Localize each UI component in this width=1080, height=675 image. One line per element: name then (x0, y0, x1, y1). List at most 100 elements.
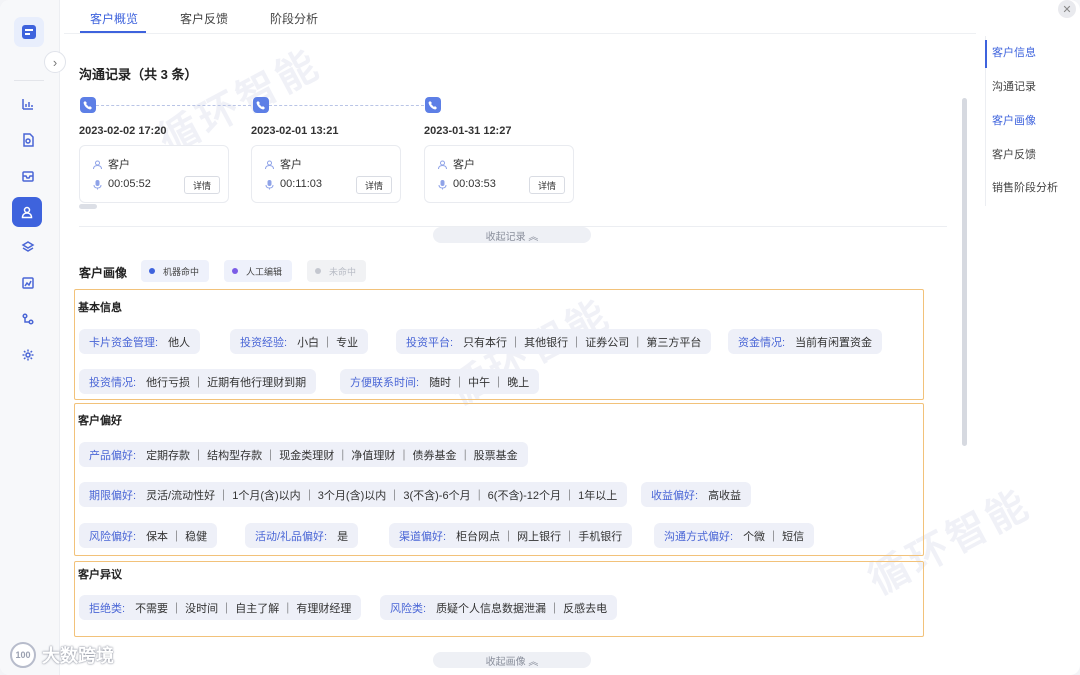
preference-title: 客户偏好 (78, 415, 122, 427)
record-datetime: 2023-02-02 17:20 (79, 125, 167, 137)
document-search-icon[interactable] (18, 130, 38, 150)
sidebar: › (0, 0, 66, 675)
tab-bar: 客户概览 客户反馈 阶段分析 (64, 0, 976, 34)
tag-key: 投资平台: (406, 336, 454, 349)
record-duration: 00:11:03 (280, 178, 323, 190)
tag-value: 柜台网点 ｜ 网上银行 ｜ 手机银行 (456, 530, 623, 543)
detail-button[interactable]: 详情 (529, 176, 565, 194)
user-role-icon (265, 160, 274, 169)
tag-fund-status[interactable]: 资金情况: 当前有闲置资金 (728, 329, 883, 354)
tag-key: 投资经验: (240, 336, 288, 349)
detail-button[interactable]: 详情 (184, 176, 220, 194)
call-record-card: 客户 00:05:52 详情 (79, 145, 229, 203)
call-record-card: 客户 00:11:03 详情 (251, 145, 401, 203)
user-role-icon (93, 160, 102, 169)
phone-icon (80, 97, 96, 113)
user-icon[interactable] (12, 197, 42, 227)
report-chart-icon[interactable] (18, 273, 38, 293)
settings-icon[interactable] (18, 345, 38, 365)
horizontal-scrollbar[interactable] (79, 204, 97, 209)
brand-logo-icon: 100 (10, 642, 36, 668)
tag-investment-experience[interactable]: 投资经验: 小白 ｜ 专业 (230, 329, 369, 354)
legend-label: 机器命中 (163, 266, 200, 277)
timeline-connector (96, 105, 251, 106)
tag-value: 保本 ｜ 稳健 (146, 530, 208, 543)
user-role-icon (438, 160, 447, 169)
tag-key: 收益偏好: (651, 489, 699, 502)
legend-not-hit: 未命中 (307, 260, 367, 282)
anchor-stage-analysis[interactable]: 销售阶段分析 (992, 179, 1058, 195)
tag-contact-method-preference[interactable]: 沟通方式偏好: 个微 ｜ 短信 (654, 523, 815, 548)
tag-product-preference[interactable]: 产品偏好: 定期存款 ｜ 结构型存款 ｜ 现金类理财 ｜ 净值理财 ｜ 债券基金 … (79, 442, 528, 467)
record-datetime: 2023-02-01 13:21 (251, 125, 339, 137)
microphone-icon (93, 179, 102, 189)
tag-channel-preference[interactable]: 渠道偏好: 柜台网点 ｜ 网上银行 ｜ 手机银行 (389, 523, 633, 548)
detail-button[interactable]: 详情 (356, 176, 392, 194)
tag-key: 拒绝类: (89, 602, 126, 615)
tag-key: 方便联系时间: (350, 376, 420, 389)
legend-label: 未命中 (329, 266, 357, 277)
tag-value: 是 (337, 530, 349, 543)
objection-title: 客户异议 (78, 569, 122, 581)
tab-overview[interactable]: 客户概览 (90, 10, 138, 27)
expand-sidebar-button[interactable]: › (44, 51, 66, 73)
inbox-icon[interactable] (18, 166, 38, 186)
anchor-navigation: 客户信息 沟通记录 客户画像 客户反馈 销售阶段分析 (985, 36, 1080, 206)
communication-title: 沟通记录（共 3 条） (79, 67, 198, 82)
legend-dot (315, 268, 321, 274)
tag-risk-objection[interactable]: 风险类: 质疑个人信息数据泄漏 ｜ 反感去电 (380, 595, 618, 620)
portrait-title: 客户画像 (79, 266, 128, 280)
phone-icon (425, 97, 441, 113)
chart-bar-icon[interactable] (18, 94, 38, 114)
tag-term-preference[interactable]: 期限偏好: 灵活/流动性好 ｜ 1个月(含)以内 ｜ 3个月(含)以内 ｜ 3(不… (79, 482, 628, 507)
tag-risk-preference[interactable]: 风险偏好: 保本 ｜ 稳健 (79, 523, 218, 548)
brand-watermark: 100 大数跨境 (10, 642, 114, 668)
microphone-icon (438, 179, 447, 189)
brand-text: 大数跨境 (42, 646, 114, 666)
anchor-active-indicator (985, 40, 987, 68)
tag-value: 他人 (168, 336, 191, 349)
record-duration: 00:05:52 (108, 178, 151, 190)
tag-investment-status[interactable]: 投资情况: 他行亏损 ｜ 近期有他行理财到期 (79, 369, 317, 394)
anchor-portrait[interactable]: 客户画像 (992, 112, 1036, 128)
timeline-connector (269, 105, 424, 106)
tag-card-fund-management[interactable]: 卡片资金管理: 他人 (79, 329, 201, 354)
tag-value: 只有本行 ｜ 其他银行 ｜ 证券公司 ｜ 第三方平台 (463, 336, 702, 349)
active-tab-indicator (80, 31, 146, 33)
sidebar-divider (14, 80, 44, 81)
tag-key: 风险偏好: (89, 530, 137, 543)
record-role: 客户 (108, 159, 130, 171)
tag-gift-preference[interactable]: 活动/礼品偏好: 是 (245, 523, 359, 548)
tab-stage-analysis[interactable]: 阶段分析 (270, 10, 318, 27)
tag-rejection[interactable]: 拒绝类: 不需要 ｜ 没时间 ｜ 自主了解 ｜ 有理财经理 (79, 595, 362, 620)
basic-info-title: 基本信息 (78, 302, 122, 314)
close-icon[interactable]: ✕ (1058, 0, 1076, 18)
legend-label: 人工编辑 (246, 266, 283, 277)
tag-value: 当前有闲置资金 (795, 336, 873, 349)
record-datetime: 2023-01-31 12:27 (424, 125, 512, 137)
call-record-card: 客户 00:03:53 详情 (424, 145, 574, 203)
legend-dot (149, 268, 155, 274)
record-role: 客户 (280, 159, 302, 171)
tag-return-preference[interactable]: 收益偏好: 高收益 (641, 482, 752, 507)
workflow-icon[interactable] (18, 309, 38, 329)
tag-key: 卡片资金管理: (89, 336, 159, 349)
tag-value: 定期存款 ｜ 结构型存款 ｜ 现金类理财 ｜ 净值理财 ｜ 债券基金 ｜ 股票基… (146, 449, 518, 462)
tag-value: 灵活/流动性好 ｜ 1个月(含)以内 ｜ 3个月(含)以内 ｜ 3(不含)-6个… (146, 489, 618, 502)
tag-key: 风险类: (390, 602, 427, 615)
anchor-feedback[interactable]: 客户反馈 (992, 146, 1036, 162)
phone-icon (253, 97, 269, 113)
app-logo-icon[interactable] (14, 17, 44, 47)
collapse-records-button[interactable]: 收起记录 ︽ (433, 227, 591, 243)
vertical-scrollbar[interactable] (962, 98, 967, 446)
tag-contact-time[interactable]: 方便联系时间: 随时 ｜ 中午 ｜ 晚上 (340, 369, 540, 394)
tab-feedback[interactable]: 客户反馈 (180, 10, 228, 27)
layers-icon[interactable] (18, 237, 38, 257)
anchor-communication[interactable]: 沟通记录 (992, 78, 1036, 94)
collapse-portrait-button[interactable]: 收起画像 ︽ (433, 652, 591, 668)
tag-investment-platform[interactable]: 投资平台: 只有本行 ｜ 其他银行 ｜ 证券公司 ｜ 第三方平台 (396, 329, 712, 354)
legend-machine-hit: 机器命中 (141, 260, 210, 282)
tag-key: 产品偏好: (89, 449, 137, 462)
anchor-customer-info[interactable]: 客户信息 (992, 44, 1036, 60)
legend-manual-edit: 人工编辑 (224, 260, 293, 282)
